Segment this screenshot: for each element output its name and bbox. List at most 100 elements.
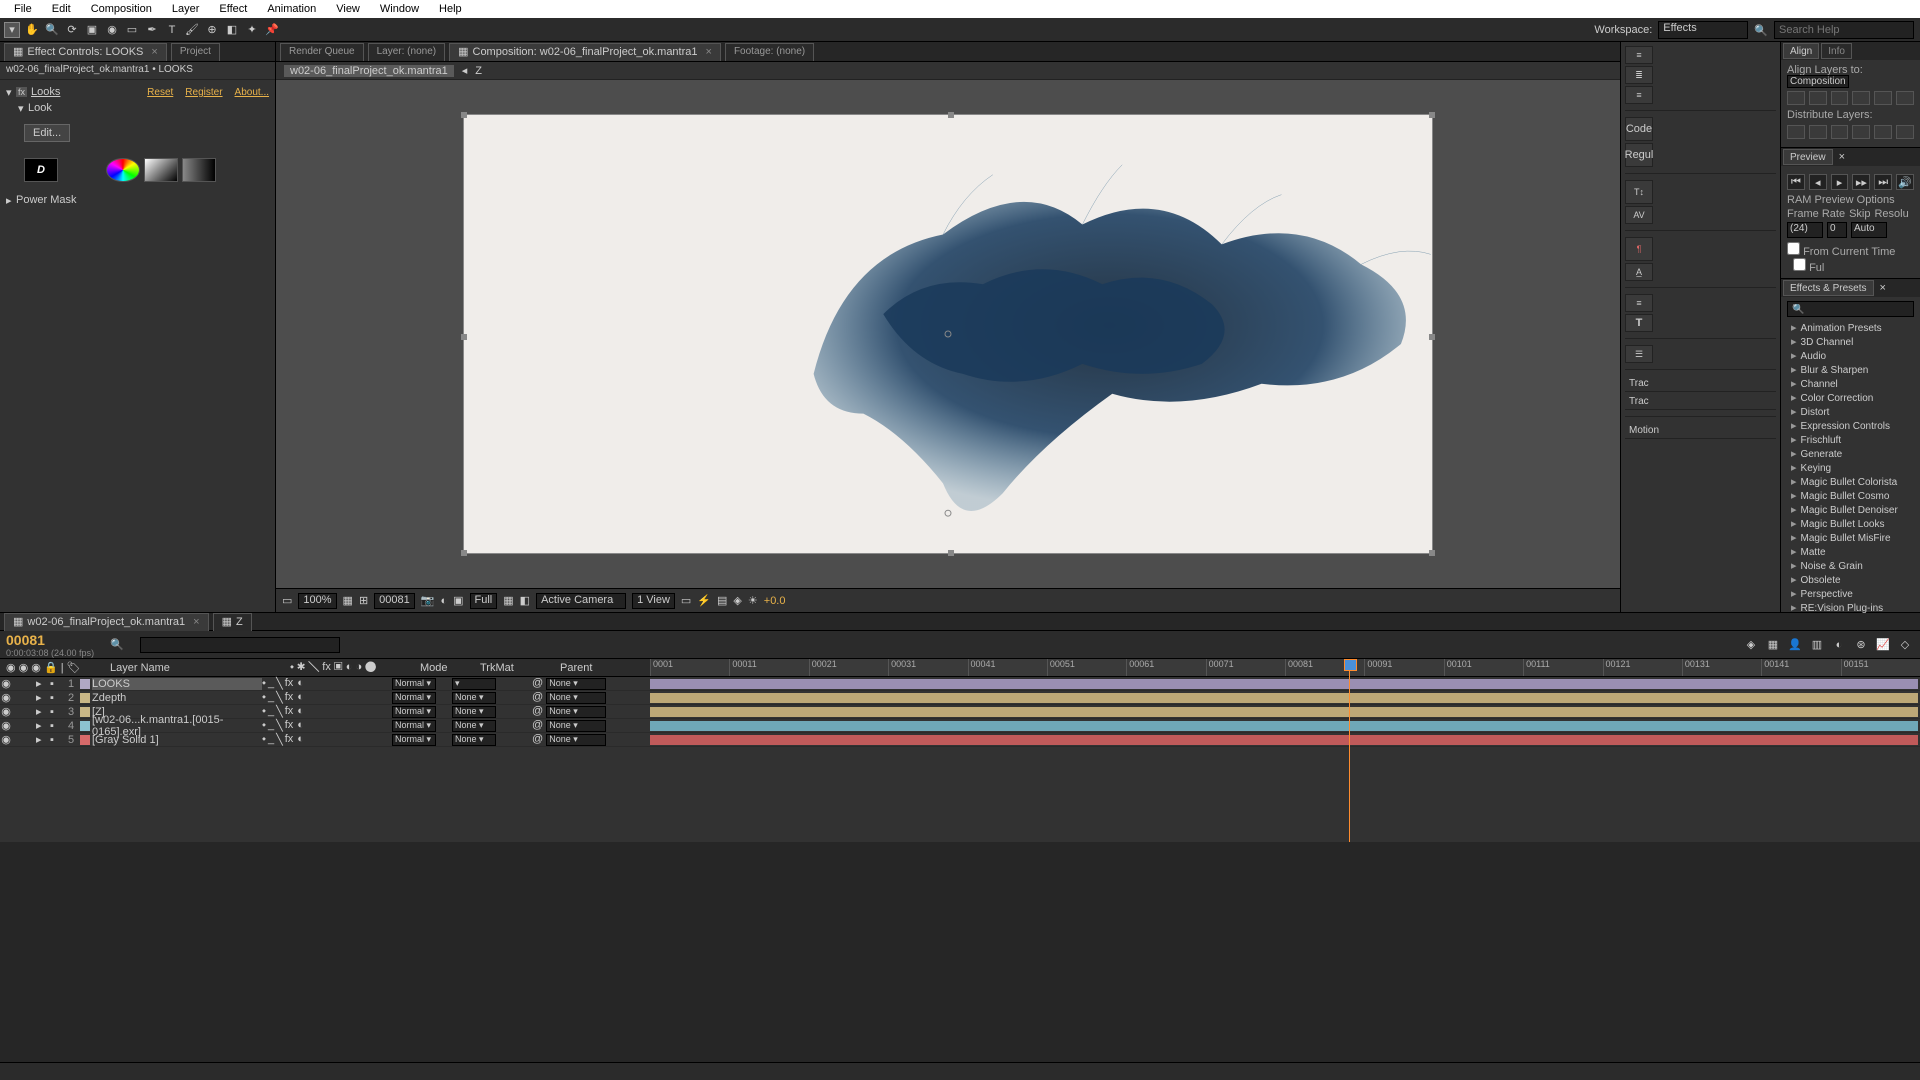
- blend-mode-dropdown[interactable]: Normal ▾: [392, 706, 436, 718]
- effects-category[interactable]: ▸Matte: [1787, 545, 1914, 559]
- effects-category[interactable]: ▸Magic Bullet Looks: [1787, 517, 1914, 531]
- kerning-icon[interactable]: AV: [1625, 206, 1653, 224]
- eraser-tool[interactable]: ◧: [224, 22, 240, 38]
- timeline-search-input[interactable]: [140, 637, 340, 653]
- time-tick[interactable]: 00111: [1523, 659, 1602, 676]
- timeline-icon[interactable]: ▤: [717, 594, 727, 607]
- zoom-dropdown[interactable]: 100%: [298, 593, 336, 609]
- skip-dropdown[interactable]: 0: [1827, 222, 1847, 238]
- tab-preview[interactable]: Preview: [1783, 149, 1833, 165]
- next-frame-button[interactable]: ▸▸: [1852, 174, 1870, 190]
- trkmat-dropdown[interactable]: None ▾: [452, 720, 496, 732]
- clone-tool[interactable]: ⊕: [204, 22, 220, 38]
- baseline-icon[interactable]: A̲: [1625, 263, 1653, 281]
- align-hcenter-button[interactable]: [1809, 91, 1827, 105]
- layer-bar[interactable]: [650, 721, 1918, 731]
- effects-category[interactable]: ▸Magic Bullet Cosmo: [1787, 489, 1914, 503]
- effects-category[interactable]: ▸Color Correction: [1787, 391, 1914, 405]
- layer-color[interactable]: [80, 707, 90, 717]
- parent-dropdown[interactable]: None ▾: [546, 734, 606, 746]
- close-icon[interactable]: ×: [1839, 151, 1845, 163]
- effects-category[interactable]: ▸Frischluft: [1787, 433, 1914, 447]
- breadcrumb-z[interactable]: Z: [475, 65, 482, 77]
- layer-row[interactable]: ◉▸▪4[w02-06...k.mantra1.[0015-0165].exr]…: [0, 719, 650, 733]
- blend-mode-dropdown[interactable]: Normal ▾: [392, 720, 436, 732]
- effect-looks-label[interactable]: Looks: [31, 86, 60, 98]
- align-to-dropdown[interactable]: Composition: [1787, 75, 1849, 88]
- pan-behind-tool[interactable]: ◉: [104, 22, 120, 38]
- pickwhip-icon[interactable]: @: [532, 733, 543, 745]
- close-icon[interactable]: ×: [193, 613, 199, 631]
- code-tab[interactable]: Code: [1625, 117, 1653, 141]
- menu-composition[interactable]: Composition: [81, 3, 162, 15]
- motion-blur-icon[interactable]: ◐: [1830, 637, 1848, 653]
- time-tick[interactable]: 00071: [1206, 659, 1285, 676]
- tab-project[interactable]: Project: [171, 43, 220, 61]
- draft3d-icon[interactable]: ▦: [1764, 637, 1782, 653]
- align-right-icon[interactable]: ≡: [1625, 86, 1653, 104]
- disclosure-triangle[interactable]: ▾: [6, 86, 16, 99]
- visibility-toggle[interactable]: ◉: [0, 677, 12, 690]
- col-parent[interactable]: Parent: [560, 662, 640, 674]
- time-tick[interactable]: 00151: [1841, 659, 1920, 676]
- effects-category[interactable]: ▸Magic Bullet MisFire: [1787, 531, 1914, 545]
- layer-color[interactable]: [80, 735, 90, 745]
- char-size-icon[interactable]: T↕: [1625, 180, 1653, 204]
- puppet-tool[interactable]: 📌: [264, 22, 280, 38]
- pen-tool[interactable]: ✒: [144, 22, 160, 38]
- menu-animation[interactable]: Animation: [257, 3, 326, 15]
- zoom-tool[interactable]: 🔍: [44, 22, 60, 38]
- timeline-tab-comp[interactable]: ▦ w02-06_finalProject_ok.mantra1 ×: [4, 613, 209, 631]
- effects-category[interactable]: ▸Keying: [1787, 461, 1914, 475]
- gradient-thumb-2[interactable]: [182, 158, 216, 182]
- audio-button[interactable]: 🔊: [1896, 174, 1914, 190]
- align-right-button[interactable]: [1831, 91, 1849, 105]
- comp-flowchart-icon[interactable]: ◈: [733, 594, 741, 607]
- edit-look-button[interactable]: Edit...: [24, 124, 70, 142]
- camera-tool[interactable]: ▣: [84, 22, 100, 38]
- twirl-icon[interactable]: ▸: [36, 733, 50, 746]
- effects-category[interactable]: ▸Generate: [1787, 447, 1914, 461]
- layer-track[interactable]: [650, 677, 1920, 691]
- shy-icon[interactable]: 👤: [1786, 637, 1804, 653]
- pickwhip-icon[interactable]: @: [532, 705, 543, 717]
- layer-bar[interactable]: [650, 693, 1918, 703]
- label-icon[interactable]: ▪: [50, 720, 64, 732]
- pickwhip-icon[interactable]: @: [532, 719, 543, 731]
- close-icon[interactable]: ×: [1880, 282, 1886, 294]
- regular-tab[interactable]: Regul: [1625, 143, 1653, 167]
- time-tick[interactable]: 00011: [729, 659, 808, 676]
- look-thumbnail-1[interactable]: D: [24, 158, 58, 182]
- time-tick[interactable]: 0001: [650, 659, 729, 676]
- composition-canvas[interactable]: [463, 114, 1433, 554]
- menu-view[interactable]: View: [326, 3, 370, 15]
- label-icon[interactable]: ▪: [50, 678, 64, 690]
- time-tick[interactable]: 00091: [1364, 659, 1443, 676]
- blend-mode-dropdown[interactable]: Normal ▾: [392, 678, 436, 690]
- layer-row[interactable]: ◉▸▪5[Gray Solid 1]⬩_╲fx◐Normal ▾None ▾@ …: [0, 733, 650, 747]
- col-layer-name[interactable]: Layer Name: [110, 662, 290, 674]
- align-center-icon[interactable]: ≣: [1625, 66, 1653, 84]
- menu-layer[interactable]: Layer: [162, 3, 210, 15]
- fullscreen-checkbox[interactable]: [1793, 258, 1806, 271]
- effects-category[interactable]: ▸Blur & Sharpen: [1787, 363, 1914, 377]
- blend-mode-dropdown[interactable]: Normal ▾: [392, 692, 436, 704]
- camera-dropdown[interactable]: Active Camera: [536, 593, 626, 609]
- align-vcenter-button[interactable]: [1874, 91, 1892, 105]
- time-tick[interactable]: 00021: [809, 659, 888, 676]
- menu-file[interactable]: File: [4, 3, 42, 15]
- layer-bar[interactable]: [650, 679, 1918, 689]
- reset-link[interactable]: Reset: [147, 87, 173, 98]
- trkmat-dropdown[interactable]: None ▾: [452, 706, 496, 718]
- parent-dropdown[interactable]: None ▾: [546, 706, 606, 718]
- graph-editor-icon[interactable]: 📈: [1874, 637, 1892, 653]
- time-tick[interactable]: 00051: [1047, 659, 1126, 676]
- visibility-toggle[interactable]: ◉: [0, 719, 12, 732]
- parent-dropdown[interactable]: None ▾: [546, 720, 606, 732]
- time-tick[interactable]: 00141: [1761, 659, 1840, 676]
- workspace-dropdown[interactable]: Effects: [1658, 21, 1748, 39]
- region-icon[interactable]: ▣: [453, 594, 463, 607]
- mag-icon[interactable]: ▭: [282, 594, 292, 607]
- pickwhip-icon[interactable]: @: [532, 677, 543, 689]
- tracker-tab[interactable]: Trac: [1625, 376, 1776, 392]
